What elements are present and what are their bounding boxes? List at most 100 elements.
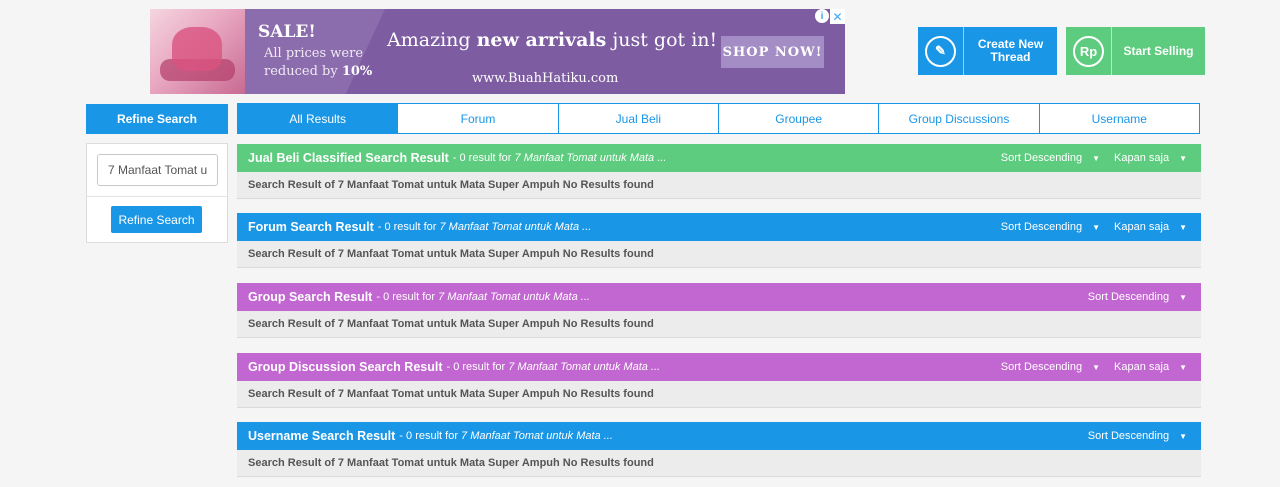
ad-banner[interactable]: SALE! All prices were reduced by 10% Ama… [150,9,845,94]
no-results: No Results found [562,318,654,330]
tab-forum[interactable]: Forum [397,104,557,133]
section-body: Search Result of 7 Manfaat Tomat untuk M… [237,450,1201,477]
result-count: - 0 result for [399,430,462,442]
pencil-icon: ✎ [925,35,956,67]
sort-dropdown[interactable]: Sort Descending ▼ [1001,152,1100,164]
body-prefix: Search Result of [248,457,335,469]
refine-search-input[interactable] [97,154,218,186]
time-dropdown[interactable]: Kapan saja ▼ [1114,361,1187,373]
chevron-down-icon: ▼ [1092,222,1101,232]
create-line2: Thread [990,50,1031,64]
section-title: Group Search Result [248,290,373,304]
section-meta: - 0 result for 7 Manfaat Tomat untuk Mat… [447,361,661,373]
ad-headline-pre: Amazing [387,29,471,51]
section-meta: - 0 result for 7 Manfaat Tomat untuk Mat… [376,291,590,303]
no-results: No Results found [562,248,654,260]
section-header: Username Search Result - 0 result for 7 … [237,422,1201,450]
sort-label: Sort Descending [1087,291,1170,303]
ad-url: www.BuahHatiku.com [472,71,619,86]
ad-prices-line2: reduced by 10% [264,63,372,81]
result-count: - 0 result for [377,221,440,233]
sort-label: Sort Descending [1000,361,1083,373]
result-count: - 0 result for [452,152,515,164]
ad-discount: 10% [341,64,373,79]
section-title: Group Discussion Search Result [248,360,443,374]
rupiah-icon: Rp [1073,35,1104,67]
body-query: 7 Manfaat Tomat untuk Mata Super Ampuh [337,457,560,469]
body-query: 7 Manfaat Tomat untuk Mata Super Ampuh [337,179,560,191]
sort-dropdown[interactable]: Sort Descending ▼ [1001,221,1100,233]
time-label: Kapan saja [1114,361,1170,373]
start-selling-button[interactable]: Rp Start Selling [1066,27,1205,75]
chevron-down-icon: ▼ [1179,431,1187,441]
ad-product-image [150,9,245,94]
section-title: Forum Search Result [248,220,374,234]
result-query: 7 Manfaat Tomat untuk Mata ... [438,291,590,303]
section-header: Forum Search Result - 0 result for 7 Man… [237,213,1201,241]
section-meta: - 0 result for 7 Manfaat Tomat untuk Mat… [399,430,613,442]
group-result-section: Group Search Result - 0 result for 7 Man… [237,283,1201,338]
tab-all-results[interactable]: All Results [238,104,398,133]
rupiah-icon-wrap: Rp [1066,27,1112,75]
jual-beli-result-section: Jual Beli Classified Search Result - 0 r… [237,144,1201,199]
sort-dropdown[interactable]: Sort Descending ▼ [1088,430,1187,442]
pencil-icon-wrap: ✎ [918,27,964,75]
ad-baby-figure [172,27,222,71]
section-title: Username Search Result [248,429,396,443]
ad-prices-reduced: reduced by [264,64,338,79]
refine-search-panel: Refine Search [86,143,228,243]
section-body: Search Result of 7 Manfaat Tomat untuk M… [237,311,1201,338]
section-header: Group Discussion Search Result - 0 resul… [237,353,1201,381]
result-query: 7 Manfaat Tomat untuk Mata ... [439,221,592,233]
tab-group-discussions[interactable]: Group Discussions [878,104,1038,133]
sort-label: Sort Descending [1000,221,1083,233]
result-query: 7 Manfaat Tomat untuk Mata ... [514,152,667,164]
chevron-down-icon: ▼ [1092,153,1101,163]
section-body: Search Result of 7 Manfaat Tomat untuk M… [237,241,1201,268]
ad-close-icon[interactable]: ✕ [830,9,845,24]
body-prefix: Search Result of [248,388,335,400]
time-label: Kapan saja [1114,152,1170,164]
tab-groupee[interactable]: Groupee [717,104,878,133]
result-tabs: All Results Forum Jual Beli Groupee Grou… [237,103,1200,134]
time-label: Kapan saja [1114,221,1170,233]
result-count: - 0 result for [446,361,509,373]
body-prefix: Search Result of [248,179,335,191]
refine-search-header: Refine Search [86,104,228,134]
group-discussion-result-section: Group Discussion Search Result - 0 resul… [237,353,1201,408]
chevron-down-icon: ▼ [1179,292,1187,302]
ad-shop-now-button[interactable]: SHOP NOW! [721,36,824,68]
ad-info-icon[interactable]: i [815,9,829,23]
tab-username[interactable]: Username [1038,104,1199,133]
section-meta: - 0 result for 7 Manfaat Tomat untuk Mat… [453,152,667,164]
sort-dropdown[interactable]: Sort Descending ▼ [1001,361,1100,373]
section-body: Search Result of 7 Manfaat Tomat untuk M… [237,381,1201,408]
result-query: 7 Manfaat Tomat untuk Mata ... [461,430,613,442]
ad-prices-line1: All prices were [264,46,364,61]
sort-label: Sort Descending [1000,152,1083,164]
section-header: Group Search Result - 0 result for 7 Man… [237,283,1201,311]
ad-prices-text: All prices were reduced by 10% [264,45,372,81]
refine-search-button[interactable]: Refine Search [111,206,202,233]
body-query: 7 Manfaat Tomat untuk Mata Super Ampuh [337,318,560,330]
no-results: No Results found [562,388,654,400]
body-prefix: Search Result of [248,318,335,330]
result-query: 7 Manfaat Tomat untuk Mata ... [508,361,661,373]
body-query: 7 Manfaat Tomat untuk Mata Super Ampuh [337,388,560,400]
sort-dropdown[interactable]: Sort Descending ▼ [1088,291,1187,303]
refine-divider [87,196,227,197]
no-results: No Results found [562,457,654,469]
tab-jual-beli[interactable]: Jual Beli [557,104,718,133]
chevron-down-icon: ▼ [1179,153,1187,163]
create-new-thread-button[interactable]: ✎ Create New Thread [918,27,1057,75]
time-dropdown[interactable]: Kapan saja ▼ [1114,221,1187,233]
result-count: - 0 result for [376,291,439,303]
chevron-down-icon: ▼ [1179,362,1187,372]
body-prefix: Search Result of [248,248,335,260]
time-dropdown[interactable]: Kapan saja ▼ [1114,152,1187,164]
no-results: No Results found [562,179,654,191]
start-selling-label: Start Selling [1123,43,1194,58]
username-result-section: Username Search Result - 0 result for 7 … [237,422,1201,477]
chevron-down-icon: ▼ [1179,222,1187,232]
section-body: Search Result of 7 Manfaat Tomat untuk M… [237,172,1201,199]
